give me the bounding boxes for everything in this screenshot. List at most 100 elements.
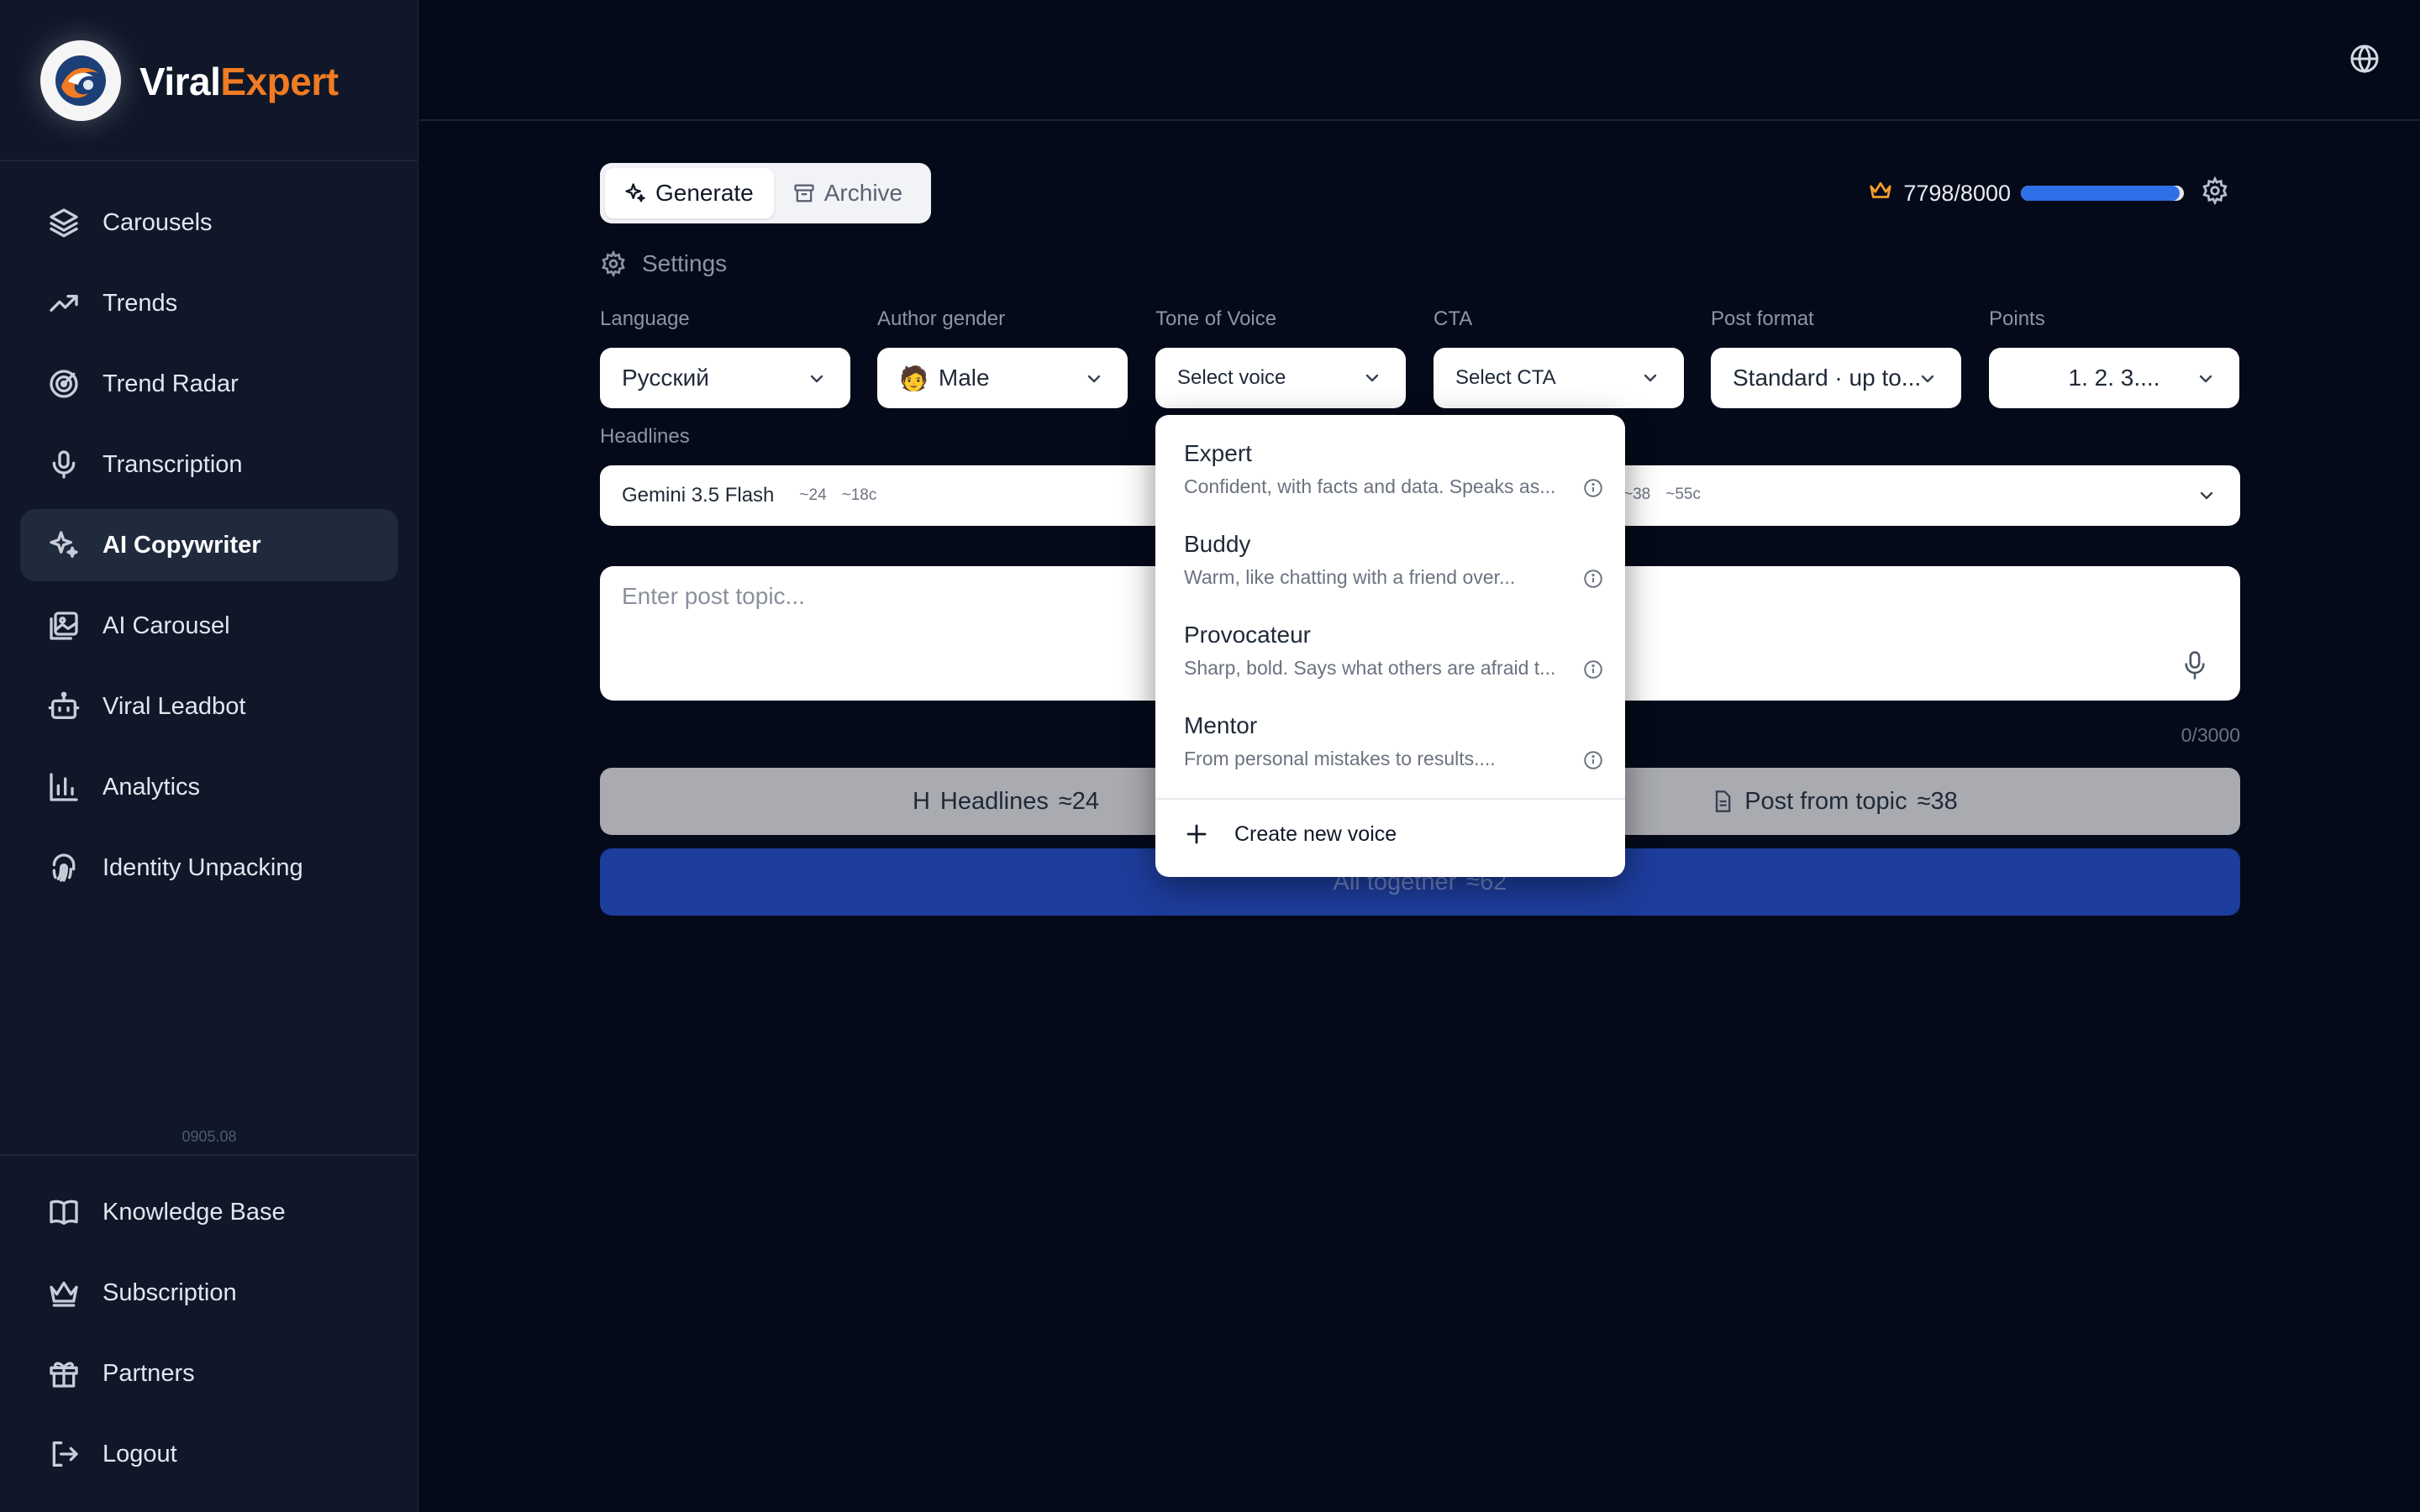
sidebar-item-label: Logout	[103, 1440, 177, 1467]
sidebar-item-analytics[interactable]: Analytics	[20, 751, 398, 823]
tone-dropdown-menu: Expert Confident, with facts and data. S…	[1155, 415, 1625, 877]
sidebar-item-label: Trends	[103, 289, 178, 317]
format-label: Post format	[1711, 307, 1814, 330]
sidebar-item-label: Identity Unpacking	[103, 853, 303, 881]
brand-name[interactable]: ViralExpert	[139, 59, 339, 104]
sidebar-item-ai-copywriter[interactable]: AI Copywriter	[20, 509, 398, 581]
sidebar-item-label: Subscription	[103, 1278, 237, 1306]
gender-value: Male	[938, 365, 990, 391]
chevron-down-icon	[2196, 486, 2217, 510]
app-version: 0905.08	[182, 1128, 237, 1145]
format-select[interactable]: Standard · up to...	[1711, 348, 1961, 408]
points-label: Points	[1989, 307, 2045, 330]
option-title: Mentor	[1184, 712, 1258, 738]
sidebar-bottom-nav: Knowledge Base Subscription Partners Log…	[20, 1176, 398, 1499]
language-value: Русский	[622, 365, 709, 391]
sidebar-item-label: Trend Radar	[103, 370, 239, 397]
globe-icon[interactable]	[2349, 44, 2380, 74]
voice-option-mentor[interactable]: Mentor From personal mistakes to results…	[1184, 712, 1604, 770]
sidebar-item-trend-radar[interactable]: Trend Radar	[20, 348, 398, 420]
cta-value: Select CTA	[1455, 366, 1556, 389]
sidebar-item-trends[interactable]: Trends	[20, 267, 398, 339]
quota-progress-fill	[2021, 186, 2181, 201]
gear-icon	[602, 250, 625, 277]
language-select[interactable]: Русский	[600, 348, 850, 408]
fingerprint-icon	[47, 851, 81, 885]
gender-label: Author gender	[877, 307, 1006, 330]
book-icon	[47, 1195, 81, 1229]
info-icon[interactable]	[1582, 477, 1604, 499]
quota-text: 7798/8000	[1903, 180, 2011, 206]
bar-chart-icon	[47, 770, 81, 804]
sidebar-item-logout[interactable]: Logout	[20, 1418, 398, 1490]
model-meta-right: ~38 ~55c	[1623, 486, 1716, 504]
meta-seconds: ~18c	[841, 486, 877, 504]
cta-label: CTA	[1434, 307, 1473, 330]
images-icon	[47, 609, 81, 643]
sidebar-item-partners[interactable]: Partners	[20, 1337, 398, 1410]
meta-seconds: ~55c	[1665, 486, 1701, 503]
sidebar-item-viral-leadbot[interactable]: Viral Leadbot	[20, 670, 398, 743]
sidebar-item-label: Analytics	[103, 773, 201, 801]
sidebar-item-knowledge-base[interactable]: Knowledge Base	[20, 1176, 398, 1248]
gender-select[interactable]: 🧑 Male	[877, 348, 1128, 408]
chevron-down-icon	[1362, 368, 1382, 388]
sidebar-item-label: Knowledge Base	[103, 1198, 286, 1226]
info-icon[interactable]	[1582, 749, 1604, 771]
crown-icon	[47, 1276, 81, 1310]
top-bar	[419, 0, 2420, 121]
option-desc: Sharp, bold. Says what others are afraid…	[1184, 657, 1556, 679]
voice-option-expert[interactable]: Expert Confident, with facts and data. S…	[1184, 440, 1604, 498]
mic-icon	[47, 448, 81, 481]
tone-label: Tone of Voice	[1155, 307, 1277, 330]
mic-icon[interactable]	[2181, 650, 2208, 680]
sparkles-icon	[47, 528, 81, 562]
info-icon[interactable]	[1582, 568, 1604, 590]
points-select[interactable]: 1. 2. 3....	[1989, 348, 2239, 408]
sidebar-item-label: Viral Leadbot	[103, 692, 246, 720]
sidebar-item-subscription[interactable]: Subscription	[20, 1257, 398, 1329]
headlines-cost: ≈24	[1058, 787, 1100, 815]
tone-value: Select voice	[1177, 366, 1286, 389]
gear-icon[interactable]	[2201, 176, 2229, 211]
layers-icon	[47, 206, 81, 239]
voice-option-provocateur[interactable]: Provocateur Sharp, bold. Says what other…	[1184, 622, 1604, 680]
post-button-label: Post from topic	[1744, 787, 1907, 815]
option-title: Buddy	[1184, 531, 1251, 557]
tone-select[interactable]: Select voice	[1155, 348, 1406, 408]
voice-option-buddy[interactable]: Buddy Warm, like chatting with a friend …	[1184, 531, 1604, 589]
gift-icon	[47, 1357, 81, 1390]
bot-icon	[47, 690, 81, 723]
create-voice-button[interactable]: Create new voice	[1184, 822, 1397, 847]
logo-area: ViralExpert	[0, 0, 418, 161]
sidebar-divider	[0, 1154, 418, 1156]
option-desc: Warm, like chatting with a friend over..…	[1184, 566, 1516, 588]
sidebar-item-label: AI Copywriter	[103, 531, 261, 559]
settings-toggle[interactable]: Settings	[600, 250, 727, 277]
chevron-down-icon	[807, 368, 827, 388]
dropdown-divider	[1155, 798, 1625, 800]
create-voice-label: Create new voice	[1234, 822, 1397, 846]
radar-icon	[47, 367, 81, 401]
headlines-button-label: Headlines	[939, 787, 1049, 815]
tab-generate[interactable]: Generate	[605, 168, 774, 218]
cta-select[interactable]: Select CTA	[1434, 348, 1684, 408]
sidebar-item-identity-unpacking[interactable]: Identity Unpacking	[20, 832, 398, 904]
sidebar-item-ai-carousel[interactable]: AI Carousel	[20, 590, 398, 662]
sidebar-item-transcription[interactable]: Transcription	[20, 428, 398, 501]
sidebar-item-label: Carousels	[103, 208, 213, 236]
sparkles-icon	[625, 183, 645, 202]
model-meta-left: ~24 ~18c	[799, 486, 892, 505]
archive-icon	[794, 184, 814, 202]
tab-archive[interactable]: Archive	[774, 168, 923, 218]
heading-icon: H	[912, 787, 930, 815]
sidebar-item-carousels[interactable]: Carousels	[20, 186, 398, 259]
trending-up-icon	[47, 286, 81, 320]
brand-logo-icon[interactable]	[40, 40, 121, 121]
brand-name-part2: Expert	[220, 60, 339, 103]
quota-indicator: 7798/8000	[1868, 175, 2229, 212]
meta-tokens: ~24	[799, 486, 827, 504]
sidebar-item-label: AI Carousel	[103, 612, 230, 639]
sidebar-item-label: Transcription	[103, 450, 243, 478]
info-icon[interactable]	[1582, 659, 1604, 680]
